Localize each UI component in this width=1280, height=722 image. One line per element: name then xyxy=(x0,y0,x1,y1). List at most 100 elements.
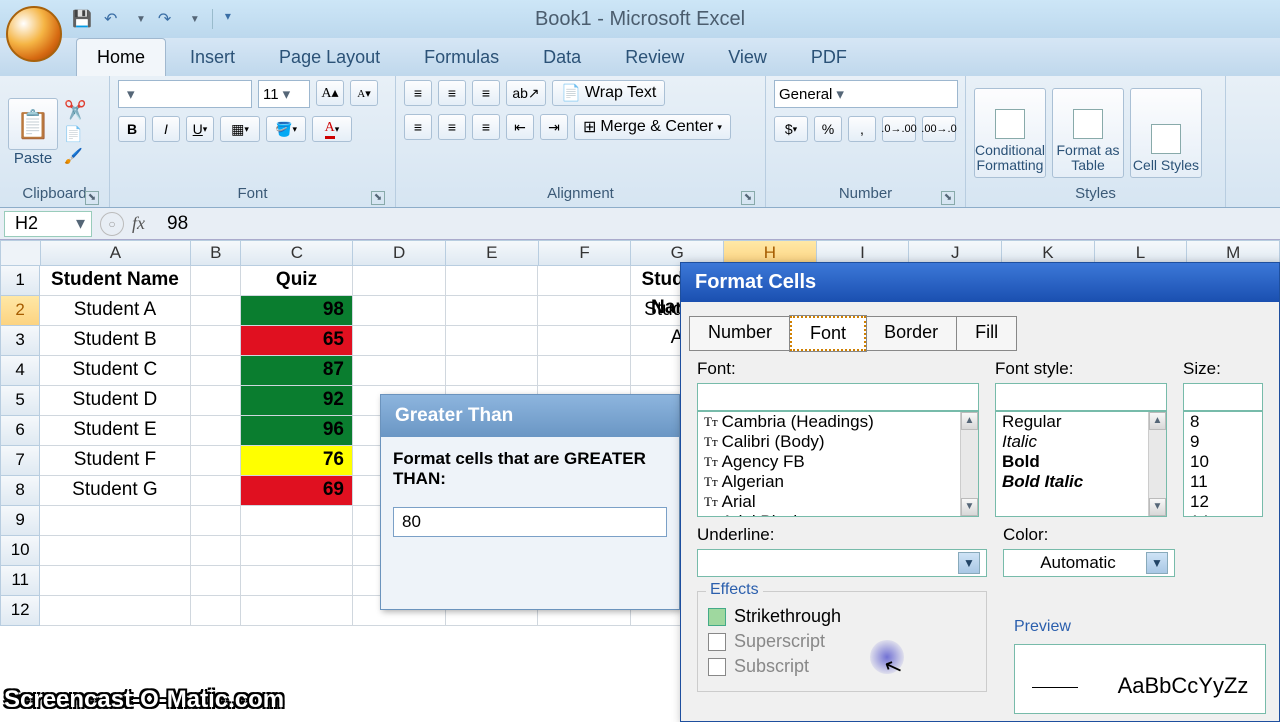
cell[interactable]: 76 xyxy=(241,446,353,476)
orientation-icon[interactable]: ab↗ xyxy=(506,80,546,106)
scroll-down-icon[interactable]: ▼ xyxy=(961,498,978,516)
percent-button[interactable]: % xyxy=(814,116,842,142)
align-center-icon[interactable]: ≡ xyxy=(438,114,466,140)
cell[interactable]: 96 xyxy=(241,416,353,446)
border-button[interactable]: ▦▾ xyxy=(220,116,260,142)
align-top-icon[interactable]: ≡ xyxy=(404,80,432,106)
scroll-up-icon[interactable]: ▲ xyxy=(961,412,978,430)
copy-icon[interactable]: 📄 xyxy=(64,125,86,143)
list-item[interactable]: Italic xyxy=(996,432,1166,452)
cell[interactable]: Student B xyxy=(40,326,190,356)
cell[interactable] xyxy=(446,356,539,386)
cell[interactable] xyxy=(191,416,242,446)
cell[interactable] xyxy=(40,566,190,596)
cell[interactable] xyxy=(241,536,353,566)
list-item[interactable]: TᴛArial Black xyxy=(698,512,978,517)
cell[interactable]: 87 xyxy=(241,356,353,386)
size-input[interactable] xyxy=(1183,383,1263,411)
superscript-checkbox[interactable]: Superscript xyxy=(708,631,976,652)
fc-tab-fill[interactable]: Fill xyxy=(956,316,1017,351)
tab-review[interactable]: Review xyxy=(605,39,704,76)
cell[interactable] xyxy=(353,356,446,386)
cell[interactable] xyxy=(191,356,242,386)
list-item[interactable]: 8 xyxy=(1184,412,1262,432)
cell[interactable] xyxy=(40,506,190,536)
row-header[interactable]: 2 xyxy=(0,296,40,326)
list-item[interactable]: 12 xyxy=(1184,492,1262,512)
size-list[interactable]: 8 9 10 11 12 14 xyxy=(1183,411,1263,517)
cell[interactable] xyxy=(191,536,242,566)
name-box[interactable]: H2▾ xyxy=(4,211,92,237)
cell[interactable] xyxy=(241,566,353,596)
format-painter-icon[interactable]: 🖌️ xyxy=(64,147,86,165)
font-style-input[interactable] xyxy=(995,383,1167,411)
font-list-scrollbar[interactable]: ▲▼ xyxy=(960,412,978,516)
paste-button[interactable]: 📋 xyxy=(8,98,58,150)
row-header[interactable]: 5 xyxy=(0,386,40,416)
italic-button[interactable]: I xyxy=(152,116,180,142)
row-header[interactable]: 6 xyxy=(0,416,40,446)
cell[interactable] xyxy=(191,476,242,506)
list-item[interactable]: 14 xyxy=(1184,512,1262,517)
list-item[interactable]: Bold Italic xyxy=(996,472,1166,492)
cell[interactable] xyxy=(353,266,446,296)
underline-dropdown[interactable]: ▼ xyxy=(697,549,987,577)
decrease-indent-icon[interactable]: ⇤ xyxy=(506,114,534,140)
cell[interactable]: Quiz Score xyxy=(241,266,353,296)
number-launcher-icon[interactable]: ⬊ xyxy=(941,191,955,205)
col-header-f[interactable]: F xyxy=(539,240,632,266)
font-list[interactable]: TᴛCambria (Headings) TᴛCalibri (Body) Tᴛ… xyxy=(697,411,979,517)
tab-home[interactable]: Home xyxy=(76,38,166,76)
cell[interactable] xyxy=(191,446,242,476)
redo-icon[interactable]: ↷ xyxy=(158,9,178,29)
greater-than-input[interactable] xyxy=(393,507,667,537)
increase-indent-icon[interactable]: ⇥ xyxy=(540,114,568,140)
row-header[interactable]: 7 xyxy=(0,446,40,476)
align-middle-icon[interactable]: ≡ xyxy=(438,80,466,106)
format-as-table-button[interactable]: Format as Table xyxy=(1052,88,1124,178)
cut-icon[interactable]: ✂️ xyxy=(64,100,86,121)
row-header[interactable]: 3 xyxy=(0,326,40,356)
strikethrough-checkbox[interactable]: Strikethrough xyxy=(708,606,976,627)
comma-button[interactable]: , xyxy=(848,116,876,142)
office-button[interactable] xyxy=(6,6,62,62)
alignment-launcher-icon[interactable]: ⬊ xyxy=(741,191,755,205)
cell[interactable]: Student F xyxy=(40,446,190,476)
cell[interactable] xyxy=(191,566,242,596)
fx-icon[interactable]: fx xyxy=(132,213,145,234)
list-item[interactable]: 10 xyxy=(1184,452,1262,472)
row-header[interactable]: 12 xyxy=(0,596,40,626)
cell[interactable] xyxy=(40,536,190,566)
row-header[interactable]: 9 xyxy=(0,506,40,536)
subscript-checkbox[interactable]: Subscript xyxy=(708,656,976,677)
list-item[interactable]: Bold xyxy=(996,452,1166,472)
font-color-button[interactable]: A▾ xyxy=(312,116,352,142)
list-item[interactable]: TᴛCambria (Headings) xyxy=(698,412,978,432)
align-left-icon[interactable]: ≡ xyxy=(404,114,432,140)
cell[interactable] xyxy=(191,326,242,356)
decrease-font-icon[interactable]: A▾ xyxy=(350,80,378,106)
undo-dropdown-icon[interactable]: ▼ xyxy=(136,14,146,25)
fc-tab-border[interactable]: Border xyxy=(865,316,957,351)
merge-center-button[interactable]: ⊞Merge & Center▾ xyxy=(574,114,731,140)
cell[interactable]: Student C xyxy=(40,356,190,386)
cell[interactable]: Student E xyxy=(40,416,190,446)
cell[interactable] xyxy=(241,506,353,536)
font-name-input[interactable] xyxy=(697,383,979,411)
cell[interactable]: 92 xyxy=(241,386,353,416)
row-header[interactable]: 8 xyxy=(0,476,40,506)
wrap-text-button[interactable]: 📄Wrap Text xyxy=(552,80,665,106)
font-launcher-icon[interactable]: ⬊ xyxy=(371,191,385,205)
font-name-combo[interactable]: ▾ xyxy=(118,80,252,108)
cell[interactable]: Student G xyxy=(40,476,190,506)
list-item[interactable]: TᴛArial xyxy=(698,492,978,512)
redo-dropdown-icon[interactable]: ▼ xyxy=(190,14,200,25)
cell[interactable]: Student A xyxy=(40,296,190,326)
undo-icon[interactable]: ↶ xyxy=(104,9,124,29)
row-header[interactable]: 11 xyxy=(0,566,40,596)
list-item[interactable]: 9 xyxy=(1184,432,1262,452)
bold-button[interactable]: B xyxy=(118,116,146,142)
font-size-combo[interactable]: 11▾ xyxy=(258,80,310,108)
tab-page-layout[interactable]: Page Layout xyxy=(259,39,400,76)
color-dropdown[interactable]: Automatic▼ xyxy=(1003,549,1175,577)
